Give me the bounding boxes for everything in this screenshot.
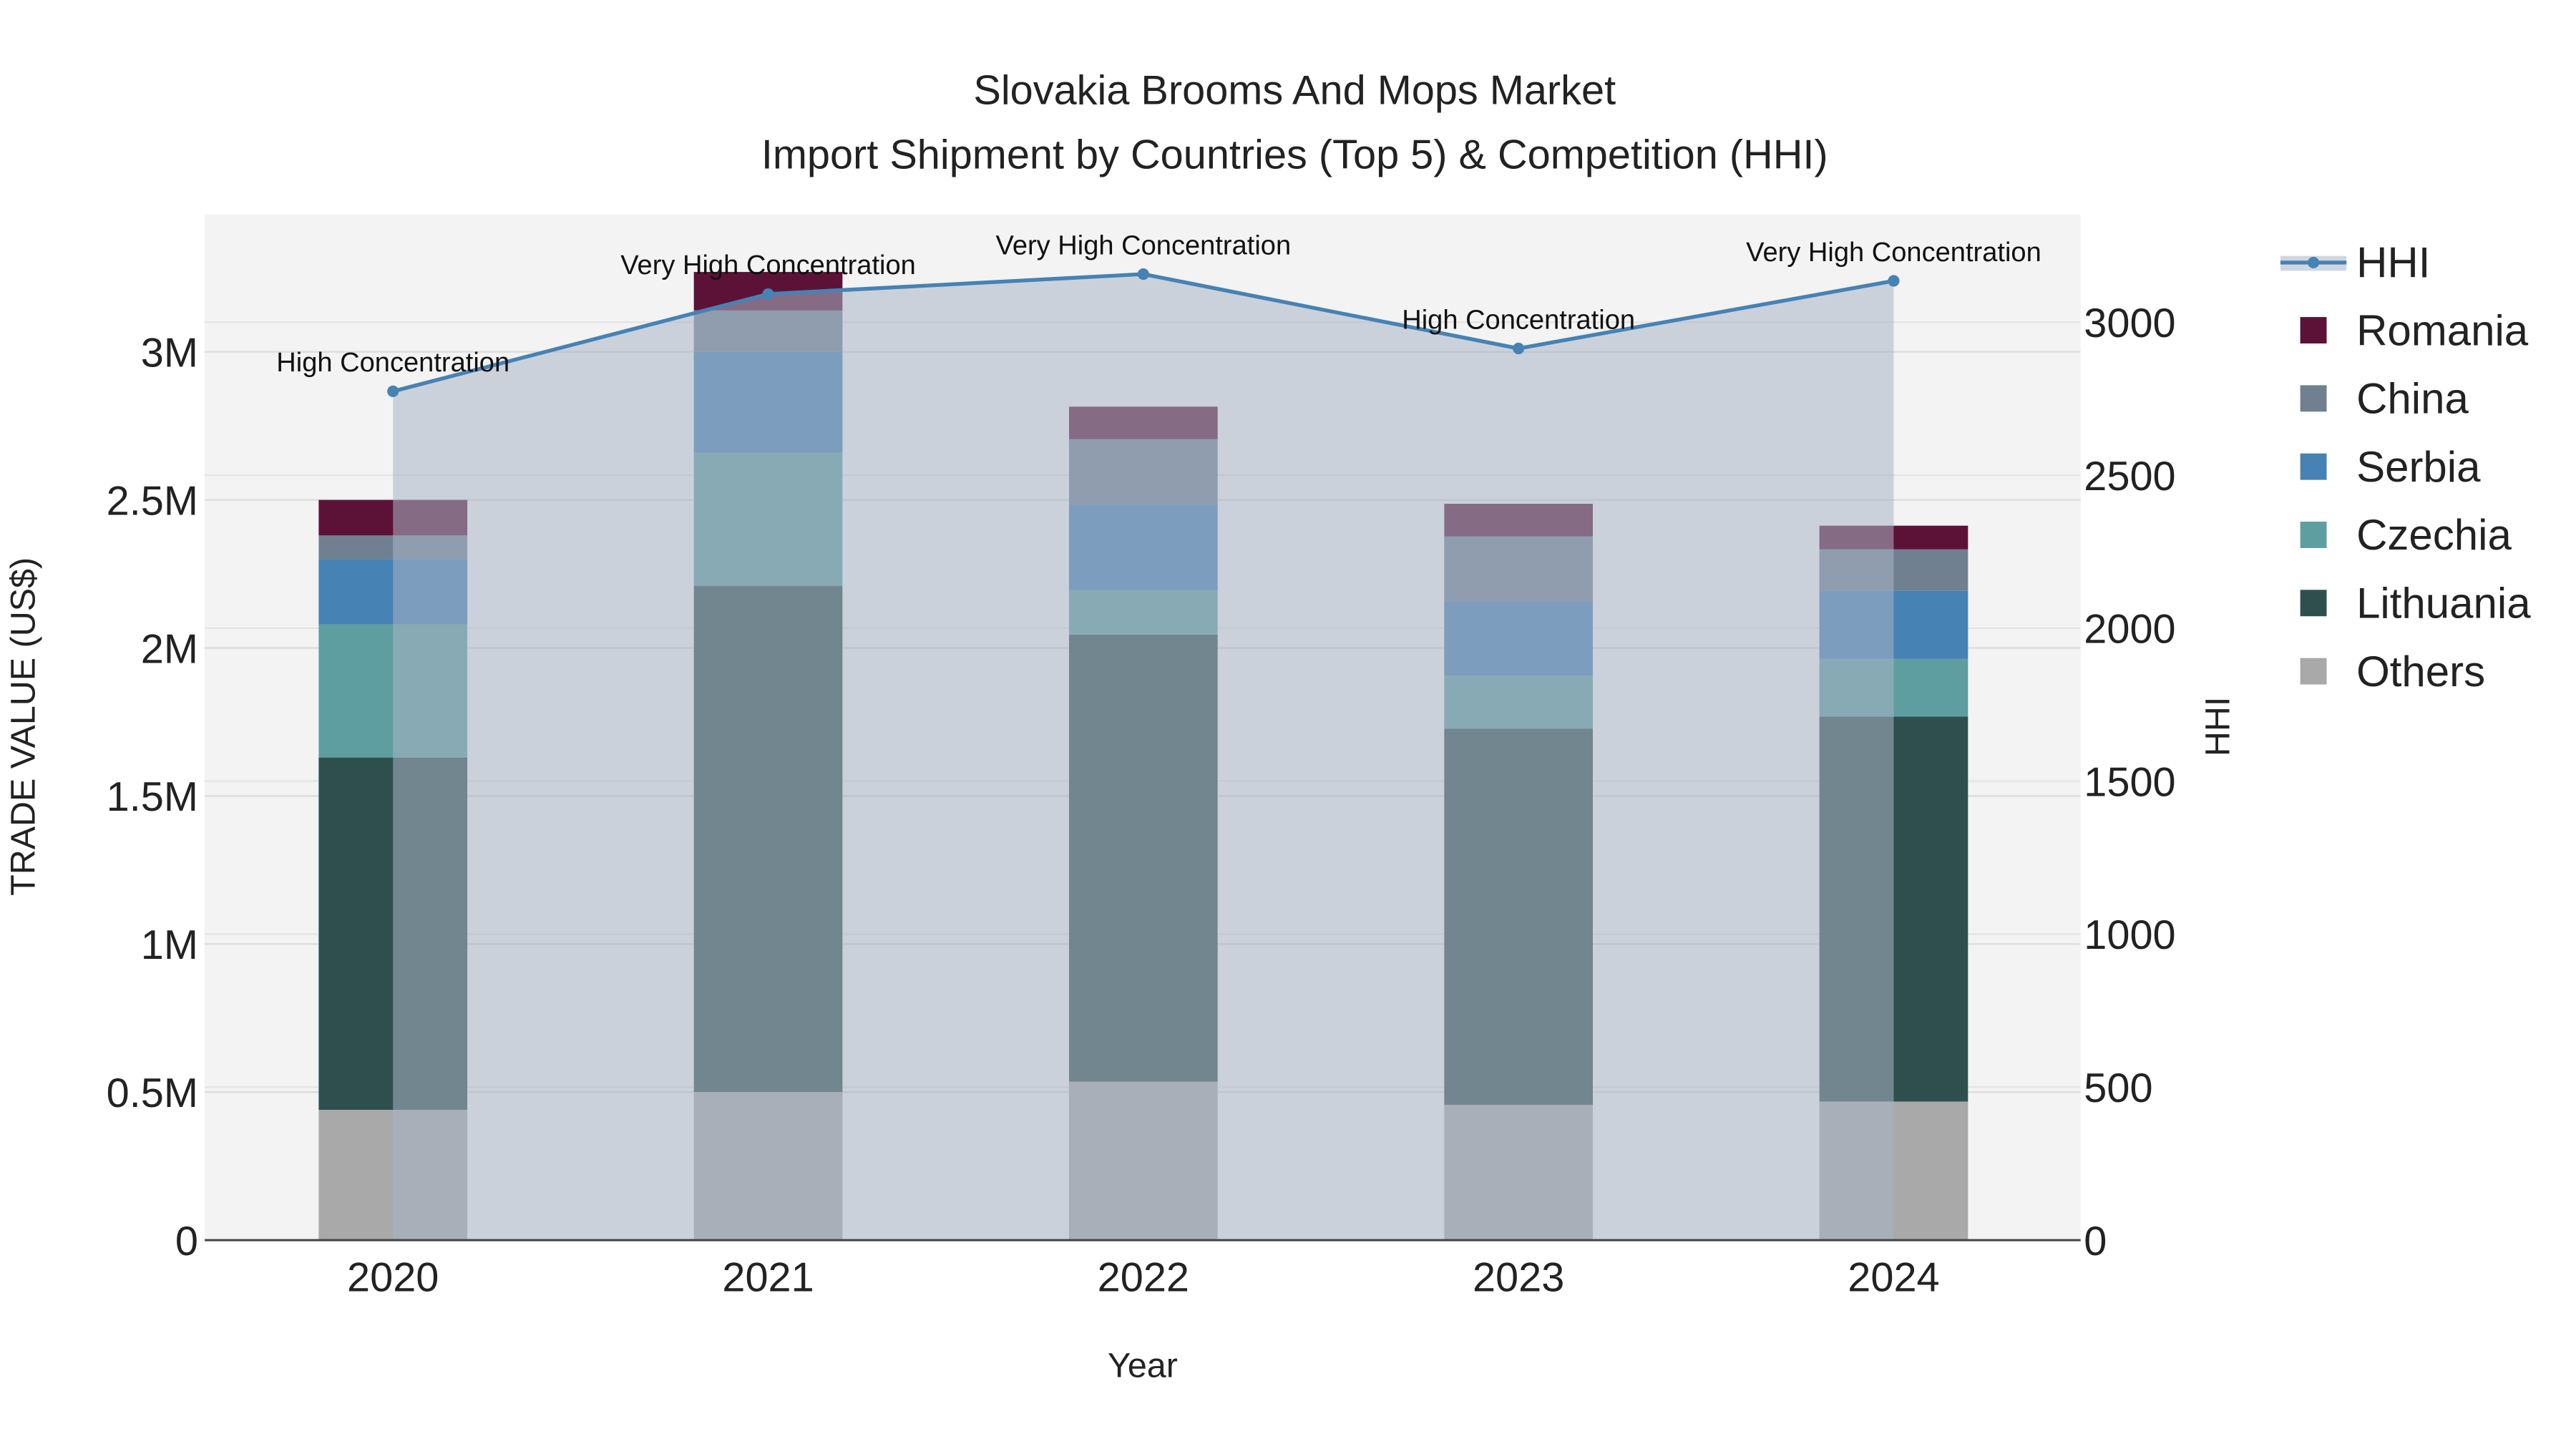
x-tick-label: 2022 bbox=[1098, 1255, 1189, 1301]
legend-item-czechia[interactable]: Czechia bbox=[2300, 511, 2512, 559]
y-tick-label: 2.5M bbox=[107, 478, 198, 524]
y2-tick-label: 1000 bbox=[2084, 912, 2175, 958]
y2-tick-label: 2500 bbox=[2084, 454, 2175, 499]
y-tick-label: 0 bbox=[175, 1219, 198, 1264]
legend-item-lithuania[interactable]: Lithuania bbox=[2300, 580, 2532, 628]
legend-label: Romania bbox=[2356, 306, 2529, 354]
legend-item-others[interactable]: Others bbox=[2300, 648, 2486, 696]
y2-tick-label: 3000 bbox=[2084, 301, 2175, 346]
x-tick-label: 2024 bbox=[1848, 1255, 1939, 1301]
hhi-annotation: Very High Concentration bbox=[996, 230, 1292, 260]
legend: HHI Romania China Serbia Czechia Lithuania Oth… bbox=[2280, 239, 2531, 696]
y-tick-label: 1.5M bbox=[107, 774, 198, 820]
y-tick-label: 1M bbox=[141, 922, 198, 968]
x-tick-label: 2023 bbox=[1473, 1255, 1564, 1301]
y2-axis-label: HHI bbox=[2198, 697, 2237, 756]
legend-label: Czechia bbox=[2356, 511, 2512, 559]
y-tick-label: 0.5M bbox=[107, 1070, 198, 1116]
chart-subtitle: Import Shipment by Countries (Top 5) & C… bbox=[761, 132, 1828, 177]
x-tick-label: 2021 bbox=[722, 1255, 814, 1301]
legend-swatch bbox=[2300, 522, 2327, 548]
y-axis-label: TRADE VALUE (US$) bbox=[4, 557, 42, 896]
legend-item-china[interactable]: China bbox=[2300, 375, 2469, 423]
legend-item-romania[interactable]: Romania bbox=[2300, 306, 2529, 354]
legend-swatch bbox=[2300, 317, 2327, 343]
legend-item-serbia[interactable]: Serbia bbox=[2300, 443, 2482, 491]
hhi-area-fill bbox=[393, 274, 1894, 1241]
chart: High Concentration Very High Concentratio… bbox=[4, 67, 2531, 1385]
legend-item-hhi[interactable]: HHI bbox=[2280, 239, 2430, 287]
hhi-point-2024 bbox=[1888, 275, 1900, 287]
legend-swatch bbox=[2300, 385, 2327, 412]
y2-tick-label: 0 bbox=[2084, 1219, 2107, 1264]
hhi-point-2020 bbox=[387, 385, 399, 397]
hhi-area bbox=[393, 274, 1894, 1241]
y2-tick-label: 500 bbox=[2084, 1065, 2152, 1111]
hhi-point-2022 bbox=[1137, 268, 1149, 280]
y-tick-label: 3M bbox=[141, 331, 198, 376]
x-tick-label: 2020 bbox=[347, 1255, 439, 1301]
legend-label: Others bbox=[2356, 648, 2485, 696]
legend-label: HHI bbox=[2356, 239, 2430, 287]
hhi-annotation: High Concentration bbox=[276, 348, 509, 378]
y2-tick-label: 1500 bbox=[2084, 759, 2175, 805]
legend-swatch-marker bbox=[2308, 256, 2320, 268]
y-tick-label: 2M bbox=[141, 626, 198, 672]
legend-label: Serbia bbox=[2356, 443, 2481, 491]
legend-label: Lithuania bbox=[2356, 580, 2531, 628]
hhi-point-2023 bbox=[1513, 342, 1525, 355]
hhi-annotation: Very High Concentration bbox=[620, 250, 916, 280]
legend-swatch bbox=[2300, 590, 2327, 617]
hhi-annotation: Very High Concentration bbox=[1746, 238, 2041, 268]
hhi-annotation: High Concentration bbox=[1402, 305, 1635, 335]
chart-title: Slovakia Brooms And Mops Market bbox=[973, 67, 1616, 113]
legend-swatch bbox=[2300, 658, 2327, 685]
y2-tick-label: 2000 bbox=[2084, 607, 2175, 653]
hhi-point-2021 bbox=[762, 288, 774, 300]
x-axis-label: Year bbox=[1108, 1347, 1178, 1385]
legend-swatch bbox=[2300, 453, 2327, 480]
legend-label: China bbox=[2356, 375, 2469, 423]
